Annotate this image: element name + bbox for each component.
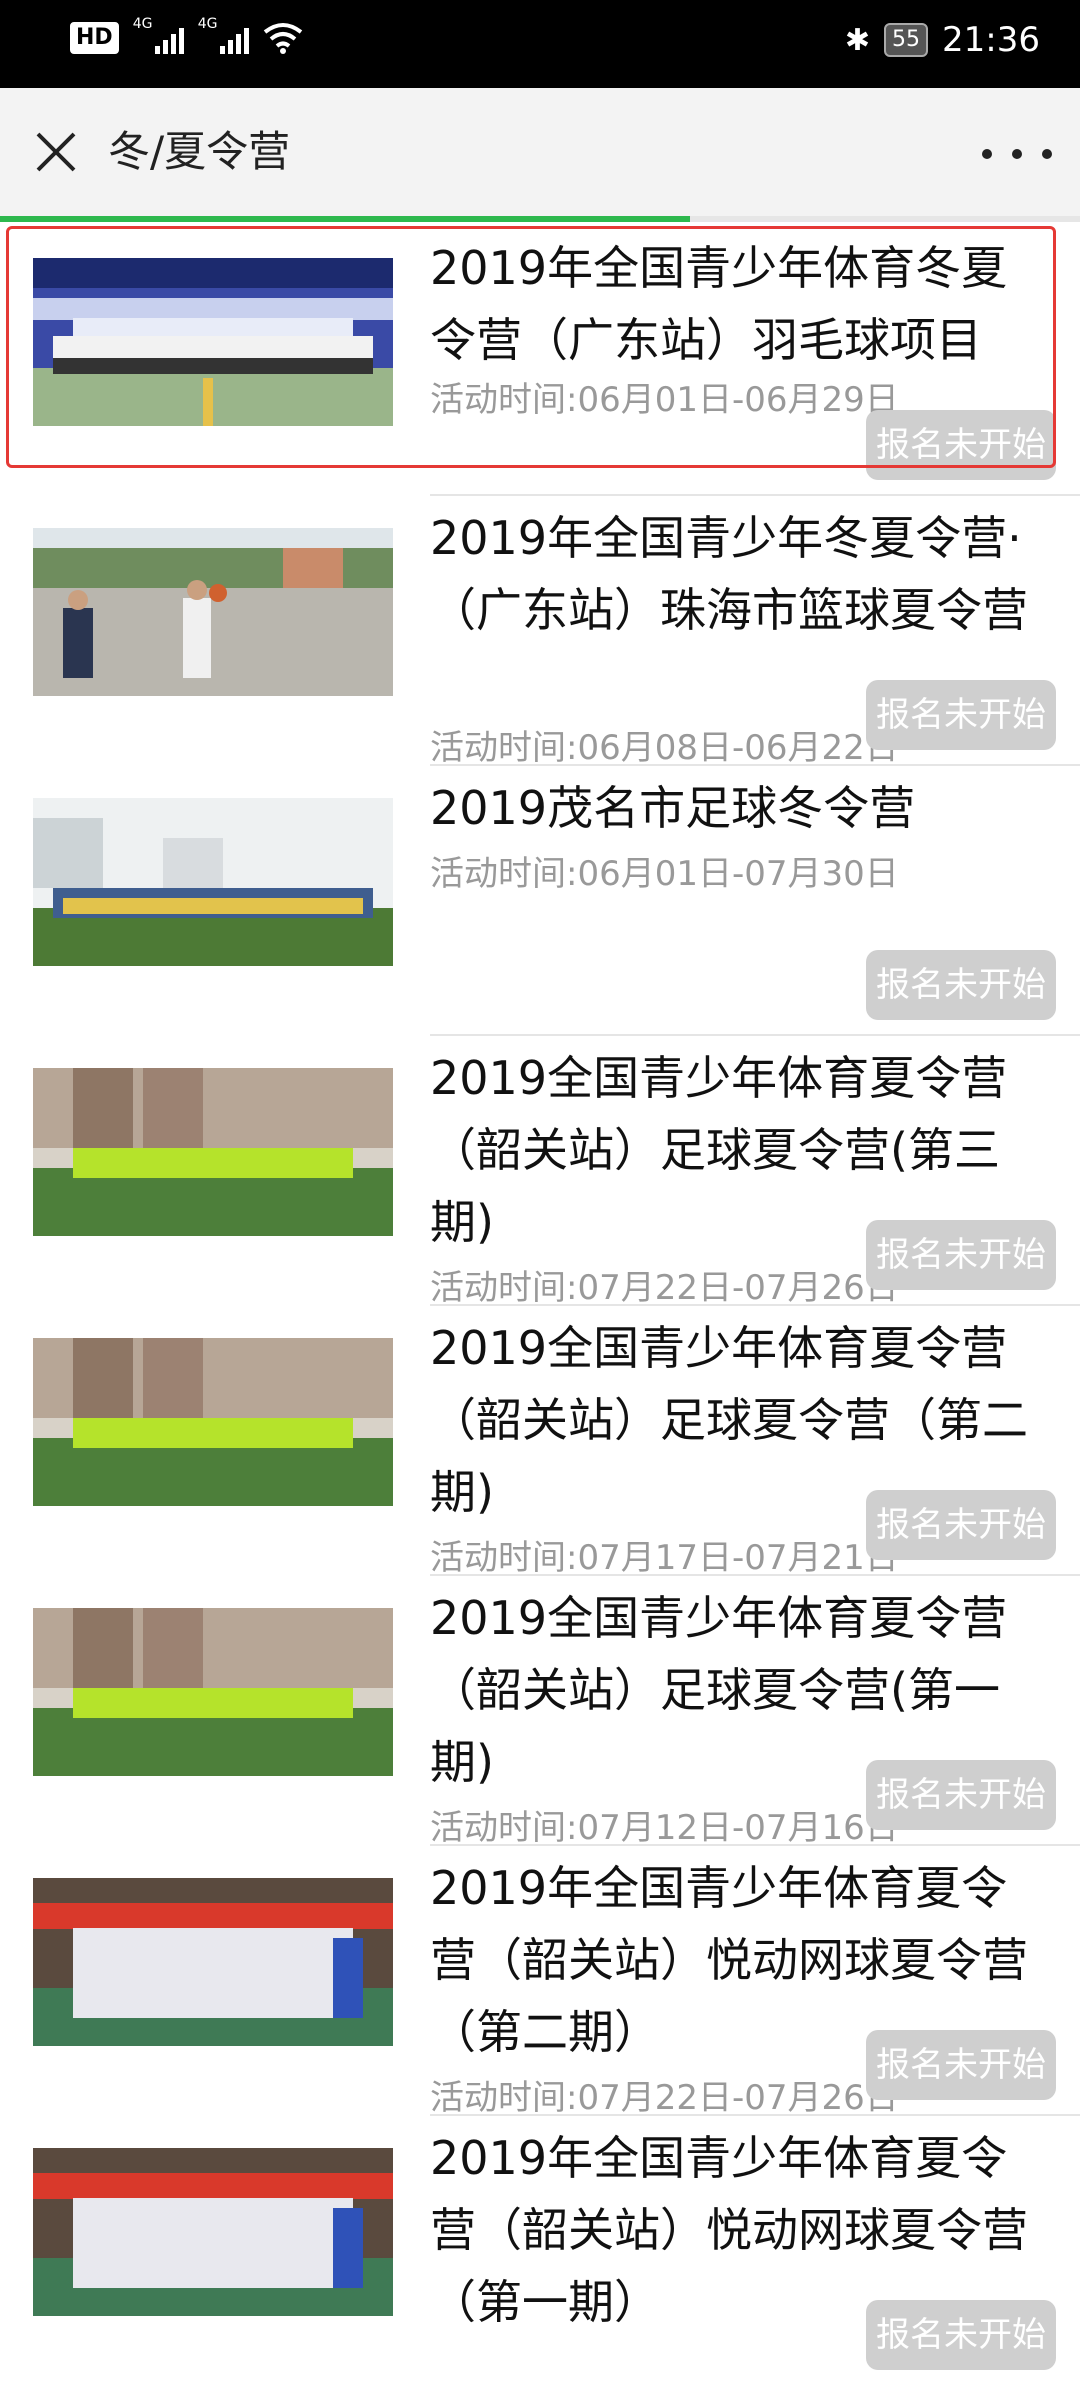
- football-team-photo: [33, 1068, 393, 1236]
- football-team-photo: [33, 1338, 393, 1506]
- thumbnail-image: [33, 1878, 393, 2046]
- tennis-team-photo: [33, 1878, 393, 2046]
- item-time: 活动时间:07月22日-07月26日: [430, 1268, 899, 1308]
- thumbnail-image: [33, 258, 393, 426]
- divider: [430, 1034, 1080, 1036]
- clock: 21:36: [942, 20, 1040, 60]
- signal-icon: 4G: [198, 16, 249, 54]
- battery-icon: 55: [884, 23, 929, 57]
- network-type: 4G: [132, 16, 153, 32]
- bluetooth-icon: ✱: [844, 22, 871, 58]
- dot-icon: [1012, 149, 1022, 159]
- wifi-icon: [263, 23, 302, 54]
- basketball-photo: [33, 528, 393, 696]
- football-team-photo: [33, 1608, 393, 1776]
- item-title: 2019年全国青少年冬夏令营·（广东站）珠海市篮球夏令营: [430, 511, 1028, 637]
- title-bar: 冬/夏令营: [0, 88, 1080, 216]
- list-item[interactable]: 2019年全国青少年体育夏令营（韶关站）悦动网球夏令营（第二期） 活动时间:07…: [0, 1844, 1080, 2118]
- thumbnail-image: [33, 1608, 393, 1776]
- item-time: 活动时间:07月17日-07月21日: [430, 1538, 899, 1578]
- item-title: 2019茂名市足球冬令营: [430, 781, 916, 835]
- status-badge[interactable]: 报名未开始: [866, 1220, 1056, 1290]
- status-badge[interactable]: 报名未开始: [866, 1760, 1056, 1830]
- divider: [430, 1574, 1080, 1576]
- status-badge[interactable]: 报名未开始: [866, 2030, 1056, 2100]
- thumbnail-image: [33, 798, 393, 966]
- page-title: 冬/夏令营: [108, 127, 291, 176]
- camp-list: 2019年全国青少年体育冬夏令营（广东站）羽毛球项目 活动时间:06月01日-0…: [0, 224, 1080, 2384]
- list-item[interactable]: 2019全国青少年体育夏令营（韶关站）足球夏令营(第三期) 活动时间:07月22…: [0, 1034, 1080, 1308]
- status-badge[interactable]: 报名未开始: [866, 410, 1056, 480]
- thumbnail-image: [33, 2148, 393, 2316]
- list-item[interactable]: 2019全国青少年体育夏令营（韶关站）足球夏令营(第一期) 活动时间:07月12…: [0, 1574, 1080, 1848]
- status-left: HD 4G 4G: [70, 16, 303, 54]
- network-type: 4G: [197, 16, 218, 32]
- more-menu-button[interactable]: [982, 128, 1052, 180]
- status-badge[interactable]: 报名未开始: [866, 1490, 1056, 1560]
- badminton-group-photo: [33, 258, 393, 426]
- item-time: 活动时间:07月22日-07月26日: [430, 2078, 899, 2118]
- list-item[interactable]: 2019年全国青少年体育夏令营（韶关站）悦动网球夏令营（第一期） 报名未开始: [0, 2114, 1080, 2384]
- list-item[interactable]: 2019年全国青少年体育冬夏令营（广东站）羽毛球项目 活动时间:06月01日-0…: [0, 224, 1080, 494]
- thumbnail-image: [33, 1068, 393, 1236]
- dot-icon: [1042, 149, 1052, 159]
- thumbnail-image: [33, 528, 393, 696]
- list-item[interactable]: 2019茂名市足球冬令营 活动时间:06月01日-07月30日 报名未开始: [0, 764, 1080, 1034]
- status-badge[interactable]: 报名未开始: [866, 680, 1056, 750]
- list-item[interactable]: 2019全国青少年体育夏令营（韶关站）足球夏令营（第二期) 活动时间:07月17…: [0, 1304, 1080, 1578]
- divider: [430, 1844, 1080, 1846]
- signal-icon: 4G: [133, 16, 184, 54]
- divider: [430, 2114, 1080, 2116]
- item-time: 活动时间:07月12日-07月16日: [430, 1808, 899, 1848]
- item-time: 活动时间:06月08日-06月22日: [430, 728, 899, 768]
- dot-icon: [982, 149, 992, 159]
- list-item[interactable]: 2019年全国青少年冬夏令营·（广东站）珠海市篮球夏令营 活动时间:06月08日…: [0, 494, 1080, 768]
- tennis-team-photo: [33, 2148, 393, 2316]
- hd-indicator: HD: [70, 22, 119, 54]
- divider: [430, 764, 1080, 766]
- status-badge[interactable]: 报名未开始: [866, 2300, 1056, 2370]
- divider: [430, 1304, 1080, 1306]
- divider: [430, 494, 1080, 496]
- close-icon[interactable]: [30, 126, 82, 178]
- thumbnail-image: [33, 1338, 393, 1506]
- item-time: 活动时间:06月01日-06月29日: [430, 380, 899, 420]
- item-title: 2019年全国青少年体育冬夏令营（广东站）羽毛球项目: [430, 241, 1008, 367]
- item-time: 活动时间:06月01日-07月30日: [430, 854, 899, 894]
- status-right: ✱ 55 21:36: [845, 20, 1040, 60]
- load-progress-bar: [0, 216, 690, 222]
- status-badge[interactable]: 报名未开始: [866, 950, 1056, 1020]
- status-bar: HD 4G 4G ✱ 55 21:36: [0, 0, 1080, 88]
- football-group-photo: [33, 798, 393, 966]
